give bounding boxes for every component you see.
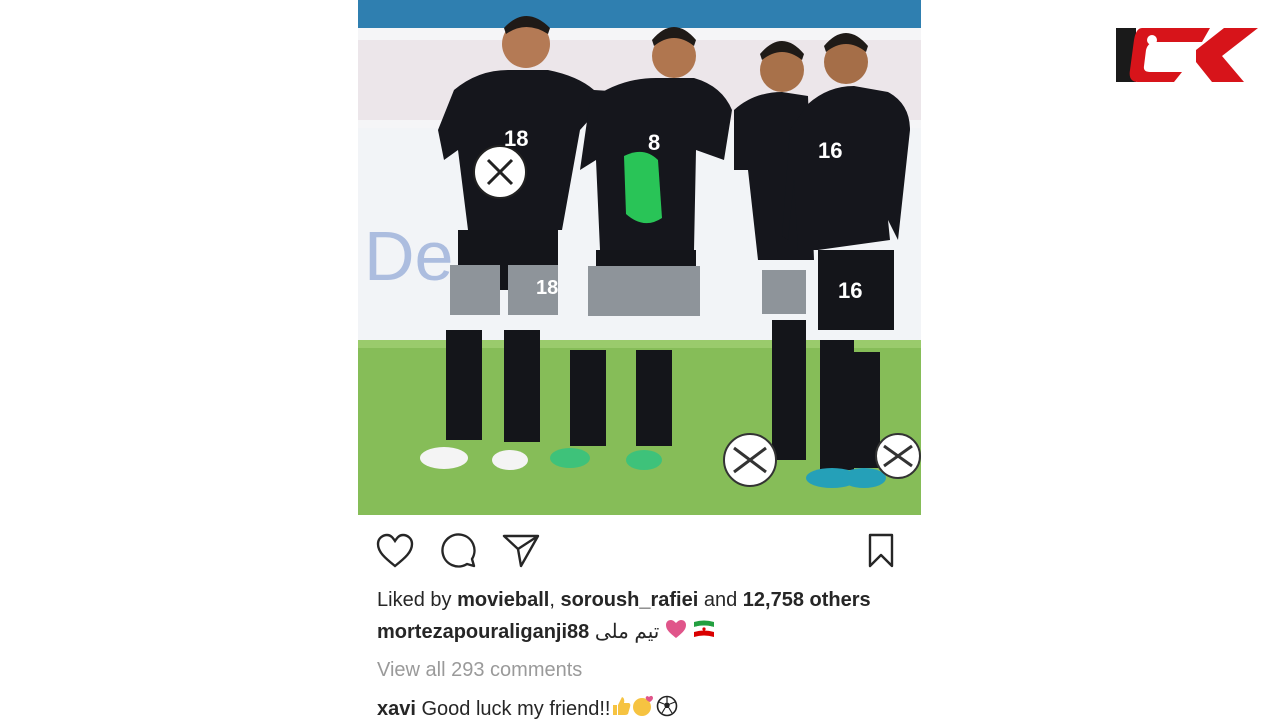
likes-separator: , — [549, 589, 561, 611]
post-action-bar — [358, 528, 921, 574]
liker-username[interactable]: soroush_rafiei — [560, 589, 698, 611]
iran-flag-icon — [692, 619, 716, 646]
soccer-ball-icon — [656, 695, 678, 724]
likes-prefix: Liked by — [377, 589, 458, 611]
svg-text:8: 8 — [648, 130, 660, 155]
svg-text:De: De — [364, 217, 453, 295]
liker-username[interactable]: movieball — [457, 589, 549, 611]
svg-text:18: 18 — [504, 126, 528, 151]
likes-and: and — [698, 589, 743, 611]
view-all-comments-link[interactable]: View all 293 comments — [377, 657, 582, 683]
caption-text: تیم ملی — [594, 621, 660, 643]
heart-emoji-icon — [665, 619, 687, 646]
comment-button[interactable] — [438, 530, 480, 572]
svg-text:16: 16 — [818, 138, 842, 163]
comment-text: Good luck my friend!! — [421, 697, 611, 720]
like-button[interactable] — [374, 530, 416, 572]
heart-icon — [376, 533, 414, 568]
comment-line: xavi Good luck my friend!! — [377, 695, 678, 724]
kiss-emoji-icon — [632, 695, 656, 724]
likes-line: Liked by movieball, soroush_rafiei and 1… — [377, 587, 871, 613]
share-button[interactable] — [500, 530, 542, 572]
thumbs-up-icon — [610, 695, 632, 724]
svg-text:18: 18 — [536, 277, 558, 299]
caption-username[interactable]: mortezapouraliganji88 — [377, 621, 589, 643]
likes-count[interactable]: 12,758 others — [743, 589, 871, 611]
comment-username[interactable]: xavi — [377, 698, 416, 720]
post-photo[interactable]: De 18 18 8 16 16 — [358, 0, 921, 515]
caption-line: mortezapouraliganji88 تیم ملی — [377, 619, 716, 646]
comment-icon — [441, 533, 476, 568]
svg-text:16: 16 — [838, 278, 862, 303]
site-logo — [1112, 26, 1262, 84]
save-button[interactable] — [860, 530, 902, 572]
bookmark-icon — [868, 533, 894, 568]
paper-plane-icon — [502, 534, 540, 568]
